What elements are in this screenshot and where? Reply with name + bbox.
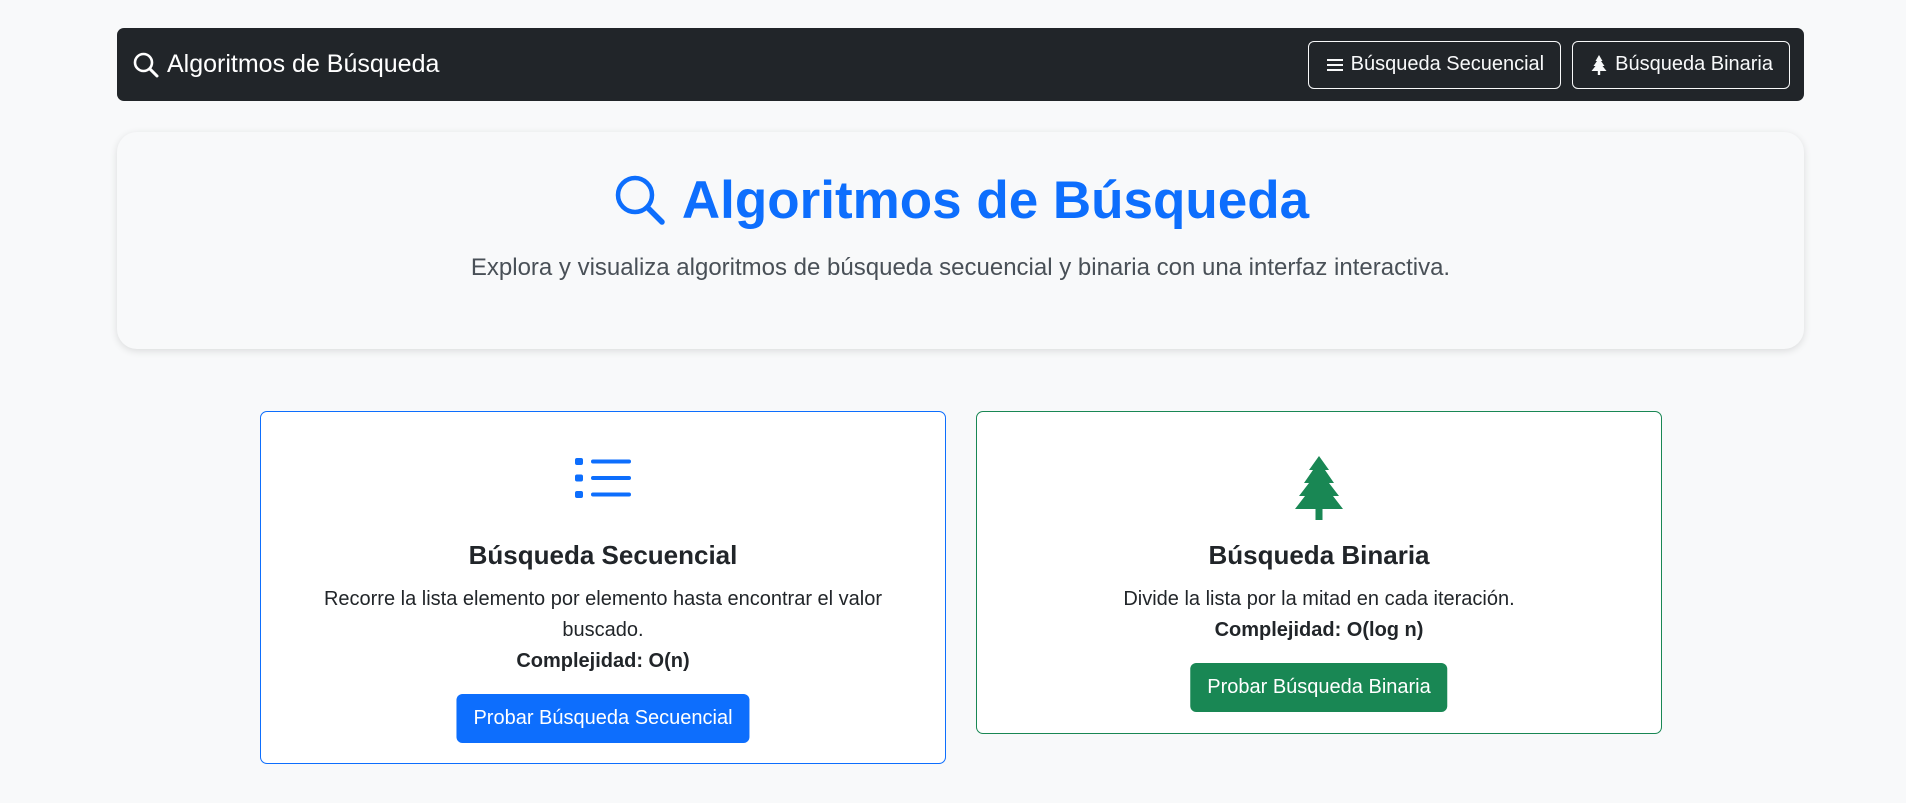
try-binary-search-button[interactable]: Probar Búsqueda Binaria [1190,663,1448,712]
hero-panel: Algoritmos de Búsqueda Explora y visuali… [117,132,1804,349]
nav-binary-search-button[interactable]: Búsqueda Binaria [1572,40,1790,89]
card-description-text: Recorre la lista elemento por elemento h… [323,588,883,641]
navbar-buttons: Búsqueda Secuencial Búsqueda Binaria [1307,40,1790,89]
tree-icon [977,456,1661,520]
hero-title: Algoritmos de Búsqueda [117,172,1804,228]
card-description-text: Divide la lista por la mitad en cada ite… [1123,588,1515,610]
hero-subtitle: Explora y visualiza algoritmos de búsque… [470,254,1451,281]
card-description: Recorre la lista elemento por elemento h… [301,584,905,677]
card-complexity: Complejidad: O(log n) [1214,619,1424,641]
card-complexity: Complejidad: O(n) [516,650,690,672]
search-icon [612,172,668,228]
list-icon [1325,55,1345,75]
card-title: Búsqueda Binaria [1208,540,1430,570]
search-icon [131,50,161,80]
navbar-brand[interactable]: Algoritmos de Búsqueda [131,50,439,80]
top-navbar: Algoritmos de Búsqueda Búsqueda Secuenci… [117,28,1804,101]
try-sequential-search-button[interactable]: Probar Búsqueda Secuencial [456,694,750,743]
card-title: Búsqueda Secuencial [468,540,738,570]
nav-binary-search-label: Búsqueda Binaria [1615,53,1773,75]
tree-icon [1589,54,1609,75]
nav-sequential-search-label: Búsqueda Secuencial [1350,53,1545,75]
hero-title-text: Algoritmos de Búsqueda [681,170,1310,230]
nav-sequential-search-button[interactable]: Búsqueda Secuencial [1307,40,1562,89]
list-icon [261,456,945,500]
sequential-search-card: Búsqueda Secuencial Recorre la lista ele… [260,411,946,764]
binary-search-card: Búsqueda Binaria Divide la lista por la … [976,411,1662,734]
card-description: Divide la lista por la mitad en cada ite… [1017,584,1621,646]
navbar-brand-label: Algoritmos de Búsqueda [167,50,440,78]
